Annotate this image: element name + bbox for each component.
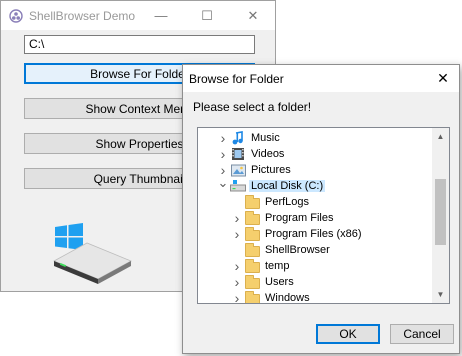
folder-icon: [244, 242, 260, 258]
folder-icon: [244, 258, 260, 274]
chevron-right-icon[interactable]: ›: [230, 226, 244, 242]
tree-item[interactable]: › Users: [230, 274, 296, 290]
no-expander: [230, 194, 244, 210]
tree-item-label: Local Disk (C:): [249, 180, 326, 192]
path-input[interactable]: C:\: [24, 35, 255, 54]
videos-icon: [230, 146, 246, 162]
minimize-button[interactable]: —: [138, 1, 184, 30]
scrollbar-thumb[interactable]: [435, 178, 446, 245]
tree-item[interactable]: ⌄ Local Disk (C:): [216, 175, 326, 194]
dialog-close-button[interactable]: ✕: [427, 65, 459, 92]
chevron-down-icon[interactable]: ⌄: [216, 175, 230, 191]
folder-shape: [244, 210, 260, 225]
tree-item-label: Users: [265, 276, 294, 288]
chevron-right-icon[interactable]: ›: [230, 258, 244, 274]
browse-for-folder-dialog: Browse for Folder ✕ Please select a fold…: [182, 64, 460, 354]
tree-item-label: ShellBrowser: [265, 244, 330, 256]
ok-button[interactable]: OK: [316, 324, 380, 344]
folder-icon: [244, 274, 260, 290]
folder-shape: [244, 290, 260, 303]
no-expander: [230, 242, 244, 258]
scroll-up-icon[interactable]: ▲: [432, 128, 449, 145]
tree-item[interactable]: ShellBrowser: [230, 242, 332, 258]
folder-shape: [244, 258, 260, 273]
tree-item[interactable]: › Music: [216, 130, 282, 146]
chevron-right-icon[interactable]: ›: [216, 146, 230, 162]
window-title: ShellBrowser Demo: [29, 8, 136, 23]
tree-item-label: Music: [251, 132, 280, 144]
cancel-button[interactable]: Cancel: [390, 324, 454, 344]
tree-item-label: Windows: [265, 292, 310, 304]
drive-icon: [230, 178, 246, 194]
folder-shape: [244, 274, 260, 289]
tree-item-label: Pictures: [251, 164, 291, 176]
close-button[interactable]: ✕: [230, 1, 276, 30]
chevron-right-icon[interactable]: ›: [230, 274, 244, 290]
dialog-prompt: Please select a folder!: [193, 100, 312, 114]
hard-drive-illustration: [51, 221, 137, 285]
cancel-label: Cancel: [403, 327, 441, 341]
ok-label: OK: [339, 327, 357, 341]
chevron-right-icon[interactable]: ›: [230, 290, 244, 303]
tree-item[interactable]: › Videos: [216, 146, 286, 162]
tree-item[interactable]: PerfLogs: [230, 194, 311, 210]
folder-icon: [244, 226, 260, 242]
app-icon: [9, 8, 23, 23]
main-titlebar[interactable]: ShellBrowser Demo — ☐ ✕: [1, 1, 275, 30]
tree-item-label: Program Files: [265, 212, 334, 224]
tree-item[interactable]: › Program Files: [230, 210, 335, 226]
tree-item-label: Program Files (x86): [265, 228, 362, 240]
folder-icon: [244, 290, 260, 303]
tree-item-label: Videos: [251, 148, 285, 160]
music-icon: [230, 130, 246, 146]
folder-tree[interactable]: › Music › Videos › Pictures ⌄ Local Disk (C:) Pe…: [197, 127, 450, 304]
close-icon: ✕: [437, 70, 449, 86]
chevron-right-icon[interactable]: ›: [216, 130, 230, 146]
tree-item[interactable]: › Program Files (x86): [230, 226, 364, 242]
minimize-icon: —: [154, 8, 168, 23]
folder-shape: [244, 226, 260, 241]
tree-item[interactable]: › Windows: [230, 290, 312, 304]
folder-shape: [244, 194, 260, 209]
folder-shape: [244, 242, 260, 257]
folder-icon: [244, 210, 260, 226]
tree-item-label: PerfLogs: [265, 196, 310, 208]
pictures-icon: [230, 162, 246, 178]
close-icon: ✕: [247, 7, 259, 23]
query-thumbnail-label: Query Thumbnail: [93, 171, 186, 186]
browse-for-folder-label: Browse For Folder: [90, 66, 189, 81]
scroll-down-icon[interactable]: ▼: [432, 286, 449, 303]
dialog-titlebar[interactable]: Browse for Folder ✕: [183, 65, 459, 92]
maximize-icon: ☐: [201, 7, 213, 23]
tree-item-label: temp: [265, 260, 290, 272]
maximize-button[interactable]: ☐: [184, 1, 230, 30]
tree-item[interactable]: › temp: [230, 258, 291, 274]
chevron-right-icon[interactable]: ›: [230, 210, 244, 226]
show-context-menu-label: Show Context Menu: [85, 101, 194, 116]
show-properties-label: Show Properties: [95, 136, 184, 151]
vertical-scrollbar[interactable]: ▲ ▼: [432, 128, 449, 303]
dialog-title: Browse for Folder: [189, 71, 284, 86]
folder-icon: [244, 194, 260, 210]
